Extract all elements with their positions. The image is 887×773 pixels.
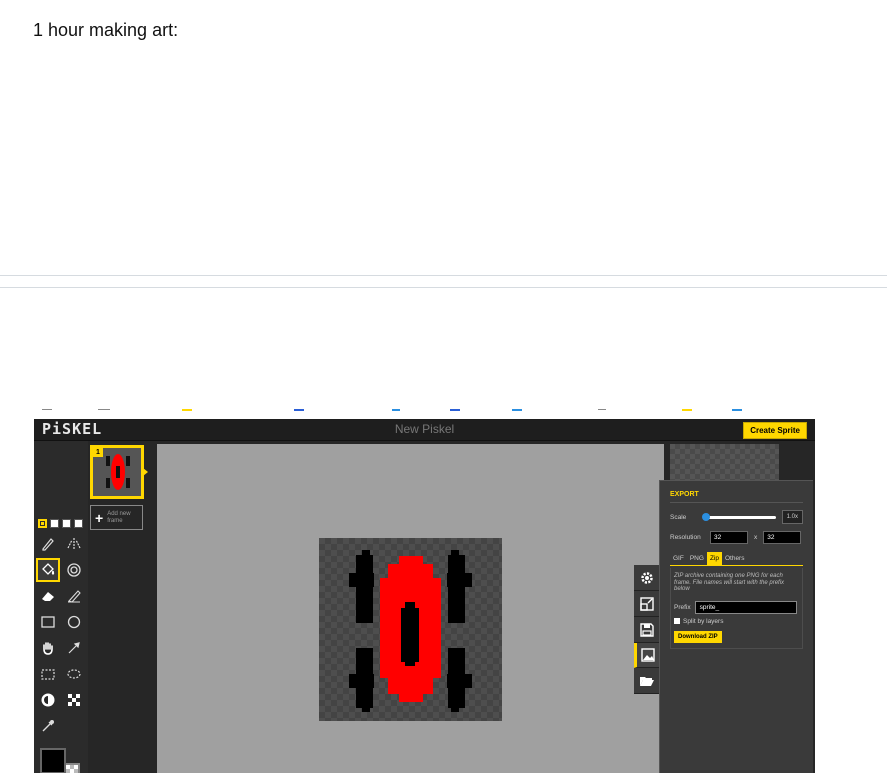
scale-slider[interactable] <box>701 512 776 521</box>
scale-label: Scale <box>670 513 687 521</box>
tab-others[interactable]: Others <box>722 552 748 565</box>
frame-number: 1 <box>93 448 103 457</box>
resolution-height-input[interactable]: 32 <box>763 531 802 544</box>
cropped-toolbar-fragments <box>40 409 820 411</box>
pen-size-selector <box>38 519 83 528</box>
rectangle-icon[interactable] <box>36 610 60 634</box>
scale-row: Scale 1.0x <box>670 510 803 524</box>
export-title: EXPORT <box>670 491 803 503</box>
tab-gif[interactable]: GIF <box>670 552 687 565</box>
eraser-icon[interactable] <box>36 584 60 608</box>
tab-png[interactable]: PNG <box>687 552 707 565</box>
animation-preview[interactable] <box>670 444 779 484</box>
add-frame-button[interactable]: + Add new frame <box>90 505 143 530</box>
dithering-icon[interactable] <box>62 688 86 712</box>
prefix-row: Prefix sprite_ <box>674 600 799 614</box>
app-header: PiSKEL New Piskel Create Sprite <box>34 419 815 441</box>
divider-top <box>0 275 887 276</box>
pen-size-3[interactable] <box>62 519 71 528</box>
pen-size-2[interactable] <box>50 519 59 528</box>
tab-zip[interactable]: Zip <box>706 552 722 565</box>
export-image-icon[interactable] <box>634 643 659 668</box>
mirror-pen-icon[interactable] <box>62 532 86 556</box>
zip-description: ZIP archive containing one PNG for each … <box>674 573 785 592</box>
split-layers-row: Split by layers <box>674 618 799 625</box>
move-hand-icon[interactable] <box>36 636 60 660</box>
prefix-label: Prefix <box>674 603 691 611</box>
pen-size-1[interactable] <box>38 519 47 528</box>
settings-tabs <box>634 565 659 694</box>
plus-icon: + <box>95 509 104 526</box>
open-folder-icon[interactable] <box>634 668 659 694</box>
resolution-label: Resolution <box>670 534 701 541</box>
race-car-sprite <box>349 550 472 712</box>
paint-bucket-icon[interactable] <box>36 558 60 582</box>
color-picker-icon[interactable] <box>36 714 60 738</box>
drawing-canvas-area[interactable] <box>157 444 664 773</box>
rectangle-selection-icon[interactable] <box>36 662 60 686</box>
frames-panel: 1 + Add new frame <box>88 441 154 773</box>
scale-slider-knob[interactable] <box>701 512 710 521</box>
paint-same-color-icon[interactable] <box>62 558 86 582</box>
piskel-app: PiSKEL New Piskel Create Sprite 1 + Add … <box>34 419 815 773</box>
stroke-icon[interactable] <box>62 584 86 608</box>
resolution-width-input[interactable]: 32 <box>710 531 748 544</box>
save-icon[interactable] <box>634 617 659 643</box>
download-zip-button[interactable]: Download ZIP <box>674 630 722 643</box>
document-title[interactable]: New Piskel <box>34 422 815 436</box>
scale-value: 1.0x <box>781 510 803 524</box>
divider-bottom <box>0 287 887 288</box>
resolution-times: x <box>754 534 758 541</box>
zip-export-body: ZIP archive containing one PNG for each … <box>670 568 803 649</box>
export-panel: EXPORT Scale 1.0x Resolution 32 x 32 GIF… <box>659 480 813 773</box>
lasso-selection-icon[interactable] <box>62 662 86 686</box>
tools-panel: ↵ <box>34 441 88 773</box>
shape-selection-icon[interactable] <box>62 636 86 660</box>
sprite-canvas[interactable] <box>319 538 502 721</box>
pen-size-4[interactable] <box>74 519 83 528</box>
circle-icon[interactable] <box>62 610 86 634</box>
pen-tool-icon[interactable] <box>36 532 60 556</box>
settings-gear-icon[interactable] <box>634 565 659 591</box>
export-tabs: GIF PNG Zip Others <box>670 552 803 566</box>
create-sprite-button[interactable]: Create Sprite <box>743 422 807 439</box>
lighten-icon[interactable] <box>36 688 60 712</box>
post-caption: 1 hour making art: <box>33 20 179 40</box>
split-layers-checkbox[interactable] <box>674 618 680 624</box>
split-layers-label: Split by layers <box>683 617 724 625</box>
resize-icon[interactable] <box>634 591 659 617</box>
frame-preview <box>106 454 130 490</box>
prefix-input[interactable]: sprite_ <box>694 600 797 614</box>
resolution-row: Resolution 32 x 32 <box>670 531 803 544</box>
frame-thumbnail[interactable]: 1 <box>90 445 148 499</box>
add-frame-label: Add new frame <box>107 510 131 524</box>
primary-color-swatch[interactable] <box>40 748 66 773</box>
